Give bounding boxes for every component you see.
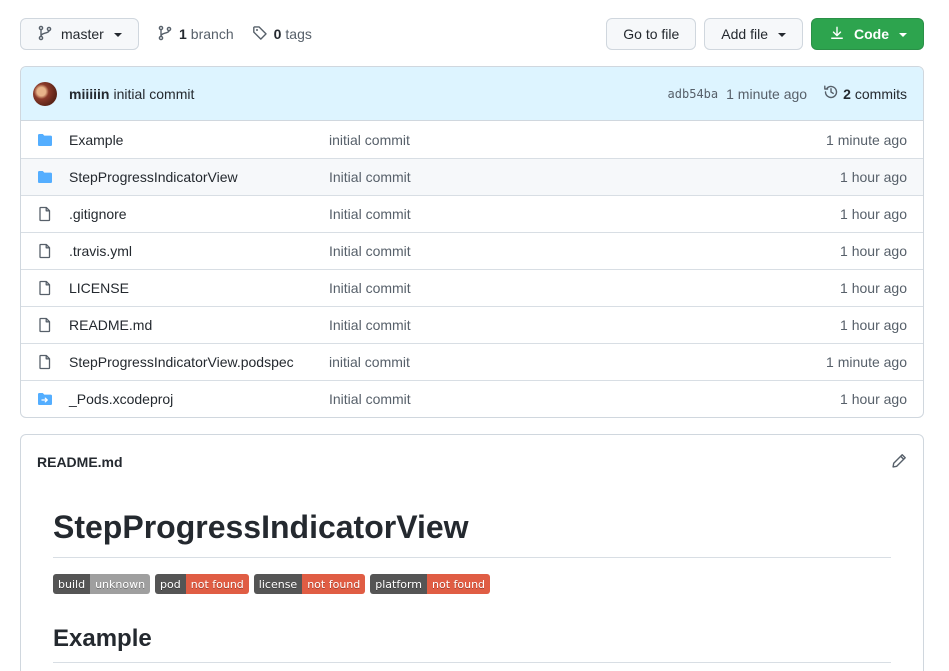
- badge-value: not found: [185, 574, 249, 594]
- readme-filename[interactable]: README.md: [37, 454, 123, 470]
- file-name-link[interactable]: StepProgressIndicatorView: [69, 169, 329, 185]
- file-row[interactable]: Example initial commit 1 minute ago: [21, 121, 923, 158]
- file-commit-message[interactable]: Initial commit: [329, 280, 840, 296]
- readme-content: StepProgressIndicatorView build unknown po…: [21, 489, 923, 663]
- badge-license[interactable]: license not found: [253, 574, 366, 594]
- branch-select-button[interactable]: master: [20, 18, 139, 50]
- file-commit-message[interactable]: Initial commit: [329, 169, 840, 185]
- code-button[interactable]: Code: [811, 18, 924, 50]
- file-name-link[interactable]: .travis.yml: [69, 243, 329, 259]
- badge-value: not found: [427, 574, 491, 594]
- add-file-button[interactable]: Add file: [704, 18, 803, 50]
- tags-count: 0: [273, 26, 282, 42]
- badge-list: build unknown pod not found license not found…: [53, 574, 891, 594]
- badge-key: build: [53, 574, 91, 594]
- badge-build[interactable]: build unknown: [53, 574, 151, 594]
- chevron-down-icon: [899, 33, 907, 37]
- badge-value: unknown: [90, 574, 151, 594]
- file-commit-message[interactable]: Initial commit: [329, 243, 840, 259]
- badge-value: not found: [302, 574, 366, 594]
- latest-commit-bar: miiiiin initial commit adb54ba 1 minute …: [21, 67, 923, 121]
- file-commit-age: 1 minute ago: [826, 354, 907, 370]
- commit-sha[interactable]: adb54ba: [668, 87, 719, 101]
- commit-meta: adb54ba 1 minute ago 2 commits: [668, 84, 907, 103]
- add-file-label: Add file: [721, 26, 768, 42]
- avatar[interactable]: [33, 81, 57, 106]
- branch-name: master: [61, 26, 104, 42]
- pencil-icon[interactable]: [891, 453, 907, 472]
- file-icon: [37, 354, 53, 370]
- chevron-down-icon: [113, 33, 122, 37]
- tag-icon: [252, 25, 268, 44]
- history-icon: [823, 84, 839, 103]
- folder-icon: [37, 132, 53, 148]
- file-name-link[interactable]: LICENSE: [69, 280, 329, 296]
- readme-header: README.md: [21, 435, 923, 489]
- file-row[interactable]: .travis.yml Initial commit 1 hour ago: [21, 232, 923, 269]
- file-commit-message[interactable]: initial commit: [329, 132, 826, 148]
- file-commit-message[interactable]: Initial commit: [329, 391, 840, 407]
- chevron-down-icon: [778, 33, 786, 37]
- file-row[interactable]: _Pods.xcodeproj Initial commit 1 hour ago: [21, 380, 923, 417]
- file-commit-age: 1 hour ago: [840, 280, 907, 296]
- git-branch-icon: [157, 25, 173, 44]
- branches-link[interactable]: 1 branch: [157, 25, 234, 44]
- toolbar-actions: Go to file Add file Code: [606, 18, 924, 50]
- file-row[interactable]: LICENSE Initial commit 1 hour ago: [21, 269, 923, 306]
- file-row[interactable]: StepProgressIndicatorView.podspec initial…: [21, 343, 923, 380]
- file-commit-message[interactable]: initial commit: [329, 354, 826, 370]
- file-icon: [37, 206, 53, 222]
- git-branch-icon: [37, 25, 53, 44]
- file-name-link[interactable]: _Pods.xcodeproj: [69, 391, 329, 407]
- code-label: Code: [854, 26, 889, 42]
- badge-key: platform: [370, 574, 427, 594]
- file-commit-message[interactable]: Initial commit: [329, 317, 840, 333]
- readme-panel: README.md StepProgressIndicatorView buil…: [20, 434, 924, 671]
- readme-section-heading: Example: [53, 624, 891, 663]
- file-commit-age: 1 hour ago: [840, 317, 907, 333]
- readme-title: StepProgressIndicatorView: [53, 507, 891, 558]
- go-to-file-label: Go to file: [623, 26, 680, 42]
- file-commit-age: 1 hour ago: [840, 391, 907, 407]
- commit-message[interactable]: initial commit: [113, 86, 194, 102]
- file-row[interactable]: .gitignore Initial commit 1 hour ago: [21, 195, 923, 232]
- file-icon: [37, 317, 53, 333]
- badge-platform[interactable]: platform not found: [370, 574, 491, 594]
- badge-key: license: [253, 574, 303, 594]
- file-icon: [37, 280, 53, 296]
- submodule-folder-icon: [37, 391, 53, 407]
- file-list: Example initial commit 1 minute ago StepPro…: [21, 121, 923, 417]
- branches-text: branch: [190, 26, 234, 42]
- file-commit-message[interactable]: Initial commit: [329, 206, 840, 222]
- file-commit-age: 1 hour ago: [840, 243, 907, 259]
- badge-pod[interactable]: pod not found: [155, 574, 249, 594]
- file-row[interactable]: StepProgressIndicatorView Initial commit 1…: [21, 158, 923, 195]
- file-name-link[interactable]: README.md: [69, 317, 329, 333]
- file-icon: [37, 243, 53, 259]
- folder-icon: [37, 169, 53, 185]
- branches-count: 1: [179, 26, 187, 42]
- file-name-link[interactable]: StepProgressIndicatorView.podspec: [69, 354, 329, 370]
- go-to-file-button[interactable]: Go to file: [606, 18, 697, 50]
- tags-link[interactable]: 0 tags: [252, 25, 312, 44]
- file-commit-age: 1 hour ago: [840, 169, 907, 185]
- tags-text: tags: [285, 26, 312, 42]
- commits-text: commits: [854, 85, 907, 102]
- commit-time: 1 minute ago: [726, 85, 808, 102]
- file-name-link[interactable]: Example: [69, 132, 329, 148]
- file-name-link[interactable]: .gitignore: [69, 206, 329, 222]
- commits-link[interactable]: 2 commits: [823, 84, 907, 103]
- file-commit-age: 1 hour ago: [840, 206, 907, 222]
- download-icon: [830, 26, 844, 43]
- repo-toolbar: master 1 branch 0 tags Go to file Add fi…: [20, 18, 924, 50]
- badge-key: pod: [155, 574, 186, 594]
- file-commit-age: 1 minute ago: [826, 131, 907, 148]
- file-browser: miiiiin initial commit adb54ba 1 minute …: [20, 66, 924, 418]
- commit-author[interactable]: miiiiin: [69, 86, 109, 102]
- file-row[interactable]: README.md Initial commit 1 hour ago: [21, 306, 923, 343]
- commits-count: 2: [843, 85, 851, 102]
